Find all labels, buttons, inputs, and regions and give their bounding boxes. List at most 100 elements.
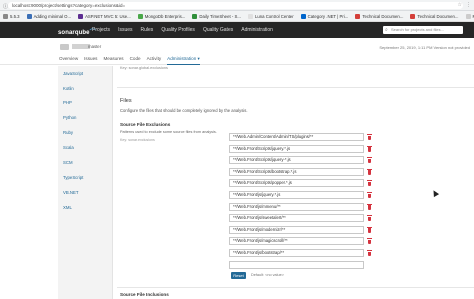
sidebar-item-kotlin[interactable]: Kotlin	[63, 86, 74, 91]
nav-rules[interactable]: Rules	[141, 27, 154, 33]
bookmark-favicon-icon	[137, 13, 143, 19]
bookmark-label: Technical Documen...	[362, 13, 404, 19]
exclusion-pattern-input[interactable]: **/Web.Front/js/magicscroll/**	[229, 237, 364, 246]
tab-activity[interactable]: Activity	[147, 56, 162, 65]
bookmark-item[interactable]: Technical Documen...	[355, 13, 404, 19]
new-exclusion-input[interactable]	[229, 260, 364, 269]
bookmark-item[interactable]: My Workspace	[465, 13, 474, 19]
tab-administration[interactable]: Administration ▾	[167, 56, 200, 65]
delete-icon[interactable]	[367, 168, 372, 175]
bookmark-label: 5.5.3	[10, 13, 20, 19]
bookmark-label: Daily TimeSheet - S...	[199, 13, 241, 19]
tab-issues[interactable]: Issues	[84, 56, 97, 65]
mouse-cursor-icon	[430, 188, 440, 198]
search-input[interactable]: ⌕ Search for projects and files...	[383, 26, 463, 34]
delete-icon[interactable]	[367, 145, 372, 152]
default-value-label: Default: <no value>	[251, 273, 284, 277]
property-title: Source File Exclusions	[120, 122, 171, 127]
bookmark-label: ASP.NET MVC 5: Use...	[85, 13, 131, 19]
tab-code[interactable]: Code	[130, 56, 141, 65]
sidebar-item-scala[interactable]: Scala	[63, 145, 74, 150]
bookmark-item[interactable]: Daily TimeSheet - S...	[192, 13, 241, 19]
sidebar-item-scm[interactable]: SCM	[63, 160, 73, 165]
project-header: master September 25, 2019, 1:11 PM Versi…	[0, 38, 474, 65]
url-input[interactable]: localhost:9000/project/settings?category…	[8, 2, 463, 9]
delete-icon[interactable]	[367, 203, 372, 210]
property-key: Key: sonar.exclusions	[120, 138, 155, 142]
sidebar-item-typescript[interactable]: TypeScript	[63, 175, 83, 180]
browser-address-bar: ⓘ localhost:9000/project/settings?catego…	[0, 0, 474, 11]
property-description: Patterns used to exclude some source fil…	[120, 130, 217, 134]
exclusion-pattern-input[interactable]: **/Web.Front/js/mmenu/**	[229, 202, 364, 211]
bookmark-favicon-icon	[410, 13, 416, 19]
sidebar-item-php[interactable]: PHP	[63, 100, 72, 105]
bookmark-item[interactable]: ASP.NET MVC 5: Use...	[78, 13, 131, 19]
section-divider	[117, 87, 474, 88]
delete-icon[interactable]	[367, 180, 372, 187]
delete-icon[interactable]	[367, 192, 372, 198]
sonarqube-logo[interactable]: sonarqube⌒	[58, 27, 96, 36]
reset-button[interactable]: Reset	[231, 272, 246, 279]
main-nav: Projects Issues Rules Quality Profiles Q…	[92, 27, 273, 33]
exclusion-pattern-input[interactable]: **/Web.Front/Scripts/bootstrap.*.js	[229, 167, 364, 176]
bookmark-label: Luna Control Center	[254, 13, 294, 19]
bookmark-label: MongoDb Enterpris...	[144, 13, 186, 19]
bookmark-star-icon[interactable]: ☆	[458, 2, 462, 8]
exclusion-pattern-input[interactable]: **/Web.Front/js/sweetalert/**	[229, 214, 364, 223]
project-tabs: Overview Issues Measures Code Activity A…	[59, 56, 200, 65]
bookmark-item[interactable]: Technical Documen...	[410, 13, 459, 19]
nav-projects[interactable]: Projects	[92, 27, 110, 33]
bookmark-favicon-icon	[300, 13, 306, 19]
bookmark-item[interactable]: Luna Control Center	[247, 13, 294, 19]
bookmark-favicon-icon	[247, 13, 253, 19]
bookmark-favicon-icon	[192, 13, 198, 19]
bookmark-favicon-icon	[465, 13, 471, 19]
previous-property-key: Key: sonar.global.exclusions	[120, 66, 168, 70]
nav-issues[interactable]: Issues	[118, 27, 132, 33]
bookmark-label: Category .NET | Pri...	[307, 13, 349, 19]
exclusion-pattern-input[interactable]: **/Web.Front/Scripts/jquery.*.js	[229, 144, 364, 153]
bookmark-item[interactable]: 5.5.3	[3, 13, 20, 19]
sidebar-item-xml[interactable]: XML	[63, 205, 72, 210]
exclusion-pattern-input[interactable]: **/Web.Admin/Content/Admin/TS/plugins/**	[229, 133, 364, 141]
exclusion-pattern-input[interactable]: **/Web.Front/js/bootstrap/**	[229, 249, 364, 257]
branch-label[interactable]: master	[88, 44, 101, 49]
bookmark-favicon-icon	[3, 13, 8, 19]
sidebar-item-python[interactable]: Python	[63, 115, 76, 120]
project-avatar	[60, 44, 69, 50]
settings-category-sidebar: JavaScript Kotlin PHP Python Ruby Scala …	[58, 66, 113, 299]
bookmark-favicon-icon	[78, 13, 84, 19]
sidebar-item-vbnet[interactable]: VB.NET	[63, 190, 79, 195]
nav-quality-profiles[interactable]: Quality Profiles	[161, 27, 195, 33]
bookmark-favicon-icon	[26, 13, 32, 19]
delete-icon[interactable]	[367, 215, 372, 222]
bookmark-label: Adding minimal O...	[33, 13, 72, 19]
exclusion-pattern-input[interactable]: **/Web.Front/Scripts/jquery-*.js	[229, 156, 364, 165]
bookmarks-bar: 5.5.3 Adding minimal O... ASP.NET MVC 5: U…	[0, 11, 474, 22]
bookmark-item[interactable]: Adding minimal O...	[26, 13, 72, 19]
tab-measures[interactable]: Measures	[103, 56, 123, 65]
sidebar-item-javascript[interactable]: JavaScript	[63, 71, 83, 76]
sidebar-item-ruby[interactable]: Ruby	[63, 130, 73, 135]
bookmark-item[interactable]: MongoDb Enterpris...	[137, 13, 186, 19]
exclusion-pattern-input[interactable]: **/Web.Front/js/jquery.*.js	[229, 191, 364, 199]
exclusion-pattern-input[interactable]: **/Web.Front/js/modernizr/**	[229, 225, 364, 234]
bookmark-item[interactable]: Category .NET | Pri...	[300, 13, 349, 19]
delete-icon[interactable]	[367, 238, 372, 245]
next-property-title: Source File Inclusions	[120, 292, 169, 297]
bookmark-label: Technical Documen...	[417, 13, 459, 19]
section-title: Files	[120, 98, 132, 104]
sonarqube-navbar: sonarqube⌒ Projects Issues Rules Quality…	[0, 22, 474, 38]
search-icon: ⌕	[385, 27, 388, 33]
section-description: Configure the files that should be compl…	[120, 108, 248, 113]
nav-administration[interactable]: Administration	[241, 27, 273, 33]
nav-quality-gates[interactable]: Quality Gates	[203, 27, 233, 33]
tab-overview[interactable]: Overview	[59, 56, 78, 65]
exclusion-pattern-input[interactable]: **/Web.Front/Scripts/popper.*.js	[229, 179, 364, 188]
delete-icon[interactable]	[367, 134, 372, 140]
delete-icon[interactable]	[367, 226, 372, 233]
delete-icon[interactable]	[367, 250, 372, 256]
delete-icon[interactable]	[367, 157, 372, 164]
browser-menu-icon[interactable]: ⋮	[466, 2, 471, 8]
search-placeholder: Search for projects and files...	[391, 27, 444, 32]
